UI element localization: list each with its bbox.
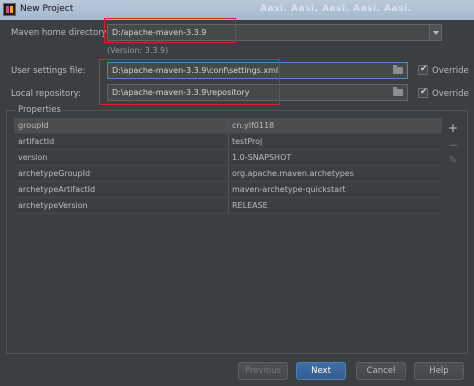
user-settings-override-label: Override [432,66,469,76]
help-button[interactable]: Help [414,362,464,380]
property-value[interactable]: maven-archetype-quickstart [232,185,346,194]
property-key: archetypeVersion [18,201,88,210]
next-button[interactable]: Next [296,362,346,380]
maven-home-combobox[interactable]: D:/apache-maven-3.3.9 [107,24,430,41]
previous-button[interactable]: Previous [238,362,288,380]
add-property-icon[interactable]: + [447,122,459,134]
user-settings-override-checkbox[interactable]: ✔ [418,64,428,75]
local-repo-input[interactable]: D:\apache-maven-3.3.9\repository [107,84,408,101]
property-key: version [18,153,48,162]
user-settings-input[interactable]: D:\apache-maven-3.3.9\conf\settings.xml [107,62,408,79]
maven-home-label: Maven home directory: [11,28,109,38]
local-repo-override-checkbox[interactable]: ✔ [418,87,428,98]
maven-version-note: (Version: 3.3.9) [107,46,169,55]
property-value[interactable]: cn.yif0118 [232,121,274,130]
local-repo-value: D:\apache-maven-3.3.9\repository [112,88,250,97]
maven-home-dropdown-button[interactable] [429,24,442,41]
folder-icon[interactable] [393,65,403,74]
user-settings-value: D:\apache-maven-3.3.9\conf\settings.xml [112,66,279,75]
property-key: archetypeGroupId [18,169,91,178]
chevron-down-icon [433,31,439,35]
remove-property-icon[interactable]: − [447,139,459,151]
property-value[interactable]: org.apache.maven.archetypes [232,169,354,178]
background-window-ghost-text: Aasi. Aasi. Aasi. Aasi. Aasi. [260,4,412,14]
local-repo-override-label: Override [432,89,469,99]
property-value[interactable]: RELEASE [232,201,268,210]
property-value[interactable]: 1.0-SNAPSHOT [232,153,291,162]
intellij-logo-icon [3,3,16,16]
property-key: artifactId [18,137,55,146]
edit-property-icon[interactable]: ✎ [447,155,459,167]
maven-home-value: D:/apache-maven-3.3.9 [112,28,207,37]
property-key: groupId [18,121,49,130]
properties-table: groupId cn.yif0118 artifactId testProj v… [14,118,442,346]
local-repo-label: Local repository: [11,89,81,99]
title-bar: New Project Aasi. Aasi. Aasi. Aasi. Aasi… [0,0,474,20]
column-separator [228,118,229,214]
checkmark-icon: ✔ [420,64,428,74]
property-value[interactable]: testProj [232,137,262,146]
cancel-button[interactable]: Cancel [356,362,406,380]
property-key: archetypeArtifactId [18,185,96,194]
checkmark-icon: ✔ [420,87,428,97]
properties-title: Properties [16,105,63,115]
window-title: New Project [20,4,74,14]
folder-icon[interactable] [393,87,403,96]
user-settings-label: User settings file: [11,66,86,76]
